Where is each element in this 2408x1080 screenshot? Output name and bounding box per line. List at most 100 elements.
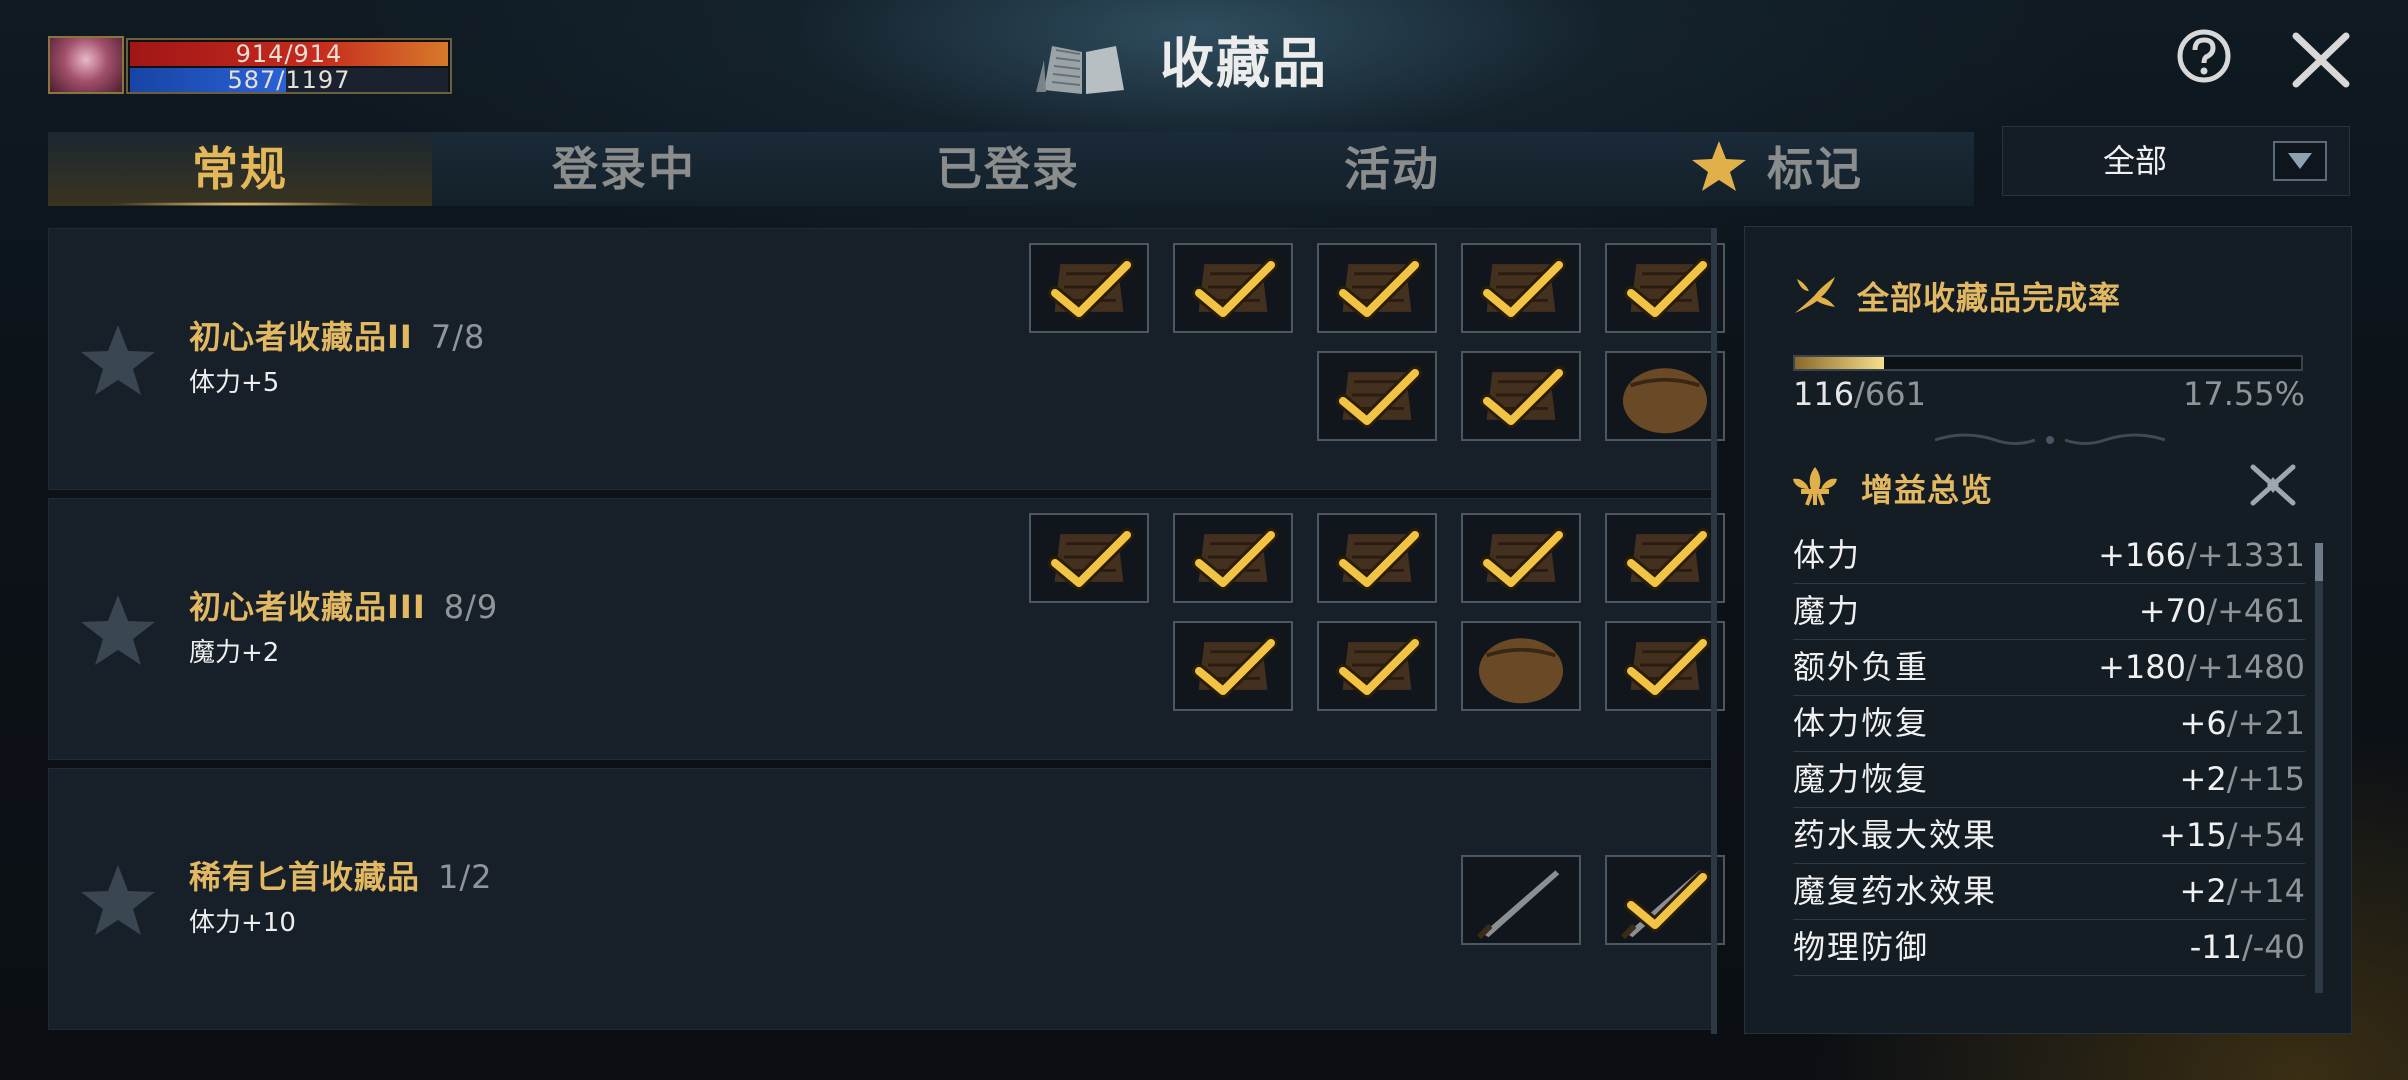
tab-marked-label: 标记 [1767,142,1863,196]
buff-stat-value: -11/-40 [2190,919,2305,975]
tab-registering-label: 登录中 [552,142,696,196]
tab-general[interactable]: 常规 [48,132,432,206]
buff-stat-max: /+54 [2226,816,2305,854]
buff-stat-value: +2/+15 [2180,751,2305,807]
pouch-icon [1478,638,1564,704]
completion-total: /661 [1854,375,1926,413]
collection-item-slot[interactable] [1605,243,1725,333]
collection-count: 1/2 [438,858,493,896]
collection-item-slot[interactable] [1605,621,1725,711]
filter-selected: 全部 [2103,142,2168,180]
tab-marked[interactable]: 标记 [1584,132,1968,206]
buff-stat-row: 体力 +166/+1331 [1793,527,2305,584]
pouch-icon [1622,368,1708,434]
collection-item-slot[interactable] [1605,351,1725,441]
collection-title: 初心者收藏品III [189,588,426,626]
buff-stat-max: /+461 [2206,592,2305,630]
check-icon [1336,528,1422,590]
check-icon [1192,528,1278,590]
hp-bar: 914/914 [130,42,448,66]
collection-bonus: 体力+5 [189,368,280,398]
mp-text: 587/1197 [227,66,351,94]
buff-stat-row: 物理防御 -11/-40 [1793,919,2305,976]
collection-item-slot[interactable] [1461,351,1581,441]
completion-progress-fill [1795,357,1884,369]
buff-stat-name: 药水最大效果 [1793,816,1998,854]
collection-name: 稀有匕首收藏品 1/2 [189,852,493,898]
collection-item-slot[interactable] [1029,513,1149,603]
collection-item-slot[interactable] [1173,621,1293,711]
collection-item-slot[interactable] [1605,513,1725,603]
tab-event-label: 活动 [1344,142,1440,196]
collection-card[interactable]: 初心者收藏品III 8/9 魔力+2 [48,498,1725,760]
buff-stat-max: /+1480 [2185,648,2305,686]
buff-stat-max: /+14 [2226,872,2305,910]
buff-stat-value: +166/+1331 [2098,527,2305,583]
collection-item-slot[interactable] [1029,243,1149,333]
collection-count: 8/9 [443,588,499,626]
star-icon[interactable] [77,859,159,941]
check-icon [1480,366,1566,428]
collection-item-slot[interactable] [1317,513,1437,603]
filter-dropdown[interactable]: 全部 [2002,126,2350,196]
dagger-icon [1476,870,1560,940]
collection-card[interactable]: 初心者收藏品II 7/8 体力+5 [48,228,1725,490]
buff-stat-row: 魔力恢复 +2/+15 [1793,751,2305,808]
buffs-title: 增益总览 [1861,471,1994,509]
close-icon[interactable] [2286,30,2356,90]
buff-stat-current: +2 [2179,872,2227,910]
collection-item-slot[interactable] [1317,351,1437,441]
leaf-emblem-icon [1795,277,1835,313]
star-icon[interactable] [77,319,159,401]
completion-count: 116/661 [1793,375,1926,413]
tab-registering[interactable]: 登录中 [432,132,816,206]
check-icon [1192,258,1278,320]
tab-general-label: 常规 [192,142,288,196]
panel-scrollbar-thumb[interactable] [2315,543,2323,581]
buff-stat-value: +2/+14 [2180,863,2305,919]
buff-stat-current: +6 [2179,704,2227,742]
tab-event[interactable]: 活动 [1200,132,1584,206]
collection-item-slot[interactable] [1605,855,1725,945]
list-scrollbar[interactable] [1711,228,1717,1034]
tab-registered[interactable]: 已登录 [816,132,1200,206]
panel-scrollbar[interactable] [2315,543,2323,993]
buff-stat-current: +166 [2098,536,2186,574]
buff-stat-name: 魔复药水效果 [1793,872,1998,910]
collection-item-slot[interactable] [1317,243,1437,333]
fleur-de-lis-icon [1793,467,1837,506]
buff-stat-row: 药水最大效果 +15/+54 [1793,807,2305,864]
player-bars: 914/914 587/1197 [126,38,452,94]
ornament-divider [1935,433,2165,445]
collection-item-slot[interactable] [1317,621,1437,711]
collection-bonus: 体力+10 [189,908,296,938]
collection-card[interactable]: 稀有匕首收藏品 1/2 体力+10 [48,768,1725,1030]
check-icon [1480,528,1566,590]
tab-registered-label: 已登录 [936,142,1080,196]
buff-stat-max: /+21 [2226,704,2305,742]
collection-item-slot[interactable] [1173,513,1293,603]
buff-stat-name: 体力 [1793,536,1862,574]
filter-toggle[interactable] [2273,141,2327,181]
check-icon [1624,636,1710,698]
buff-stat-name: 魔力恢复 [1793,760,1930,798]
collapse-icon[interactable] [2247,463,2299,507]
collection-count: 7/8 [430,318,486,356]
collection-item-slot[interactable] [1461,855,1581,945]
player-portrait[interactable] [48,36,124,94]
buff-stat-current: +70 [2138,592,2207,630]
collection-item-slot[interactable] [1461,621,1581,711]
buff-stat-row: 魔力 +70/+461 [1793,583,2305,640]
help-icon[interactable] [2168,26,2240,86]
collection-item-slot[interactable] [1173,243,1293,333]
collection-bonus: 魔力+2 [189,638,280,668]
collection-title: 稀有匕首收藏品 [189,858,421,896]
collection-item-slot[interactable] [1461,243,1581,333]
star-icon[interactable] [77,589,159,671]
check-icon [1336,366,1422,428]
buff-stat-row: 额外负重 +180/+1480 [1793,639,2305,696]
collection-item-slot[interactable] [1461,513,1581,603]
buff-stat-value: +6/+21 [2180,695,2305,751]
buff-stat-value: +15/+54 [2159,807,2305,863]
hp-text: 914/914 [235,40,343,68]
